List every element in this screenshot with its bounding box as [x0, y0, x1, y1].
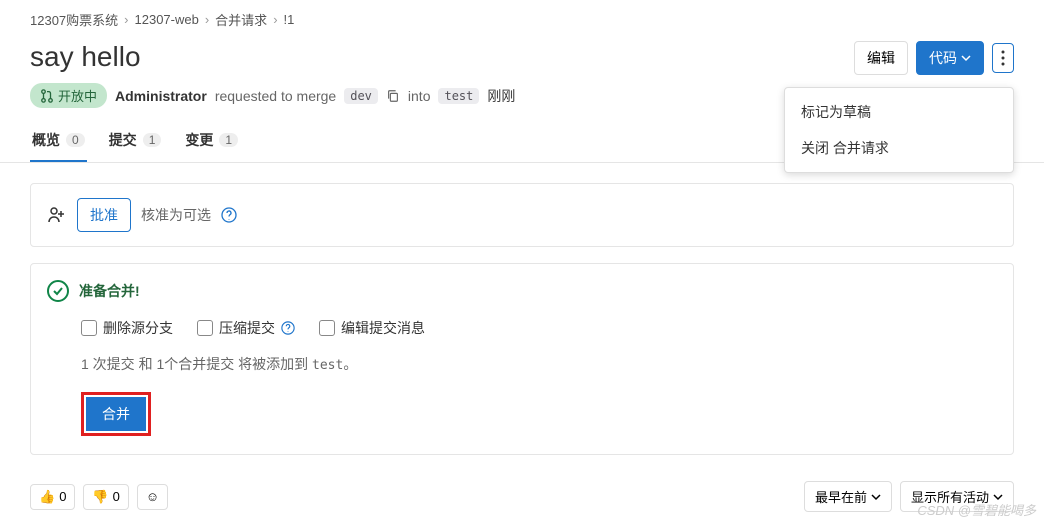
chevron-down-icon: [871, 492, 881, 502]
sort-label: 最早在前: [815, 487, 867, 506]
code-button-label: 代码: [929, 48, 957, 68]
breadcrumb-item[interactable]: !1: [284, 12, 295, 27]
checkbox-label: 压缩提交: [219, 318, 275, 338]
target-branch[interactable]: test: [438, 88, 479, 104]
help-icon[interactable]: [221, 207, 237, 223]
breadcrumb-sep: ›: [205, 12, 209, 27]
tab-count: 1: [219, 133, 238, 147]
approver-icon: [47, 205, 67, 225]
more-actions-dropdown: 标记为草稿 关闭 合并请求: [784, 87, 1014, 173]
breadcrumb-item[interactable]: 12307-web: [135, 12, 199, 27]
status-badge-label: 开放中: [58, 86, 97, 105]
thumbs-down-button[interactable]: 👎 0: [83, 484, 128, 510]
sort-button[interactable]: 最早在前: [804, 481, 892, 512]
merge-panel: 准备合并! 删除源分支 压缩提交 编辑提交消息: [30, 263, 1014, 455]
thumbs-down-count: 0: [113, 489, 120, 504]
copy-branch-icon[interactable]: [386, 89, 400, 103]
thumbs-up-icon: 👍: [39, 489, 55, 505]
merge-button[interactable]: 合并: [86, 397, 146, 431]
kebab-icon: [1001, 50, 1005, 66]
merge-button-highlight: 合并: [81, 392, 151, 436]
close-mr-item[interactable]: 关闭 合并请求: [785, 130, 1013, 166]
tab-count: 1: [143, 133, 162, 147]
smiley-icon: ☺: [146, 489, 159, 504]
tab-label: 提交: [109, 130, 137, 150]
checkbox-label: 删除源分支: [103, 318, 173, 338]
thumbs-up-count: 0: [59, 489, 66, 504]
chevron-down-icon: [993, 492, 1003, 502]
breadcrumb-item[interactable]: 合并请求: [215, 10, 267, 29]
breadcrumb-item[interactable]: 12307购票系统: [30, 10, 118, 29]
source-branch[interactable]: dev: [344, 88, 378, 104]
tab-changes[interactable]: 变更 1: [183, 120, 240, 162]
delete-source-checkbox[interactable]: 删除源分支: [81, 318, 173, 338]
help-icon[interactable]: [281, 321, 295, 335]
thumbs-up-button[interactable]: 👍 0: [30, 484, 75, 510]
tab-overview[interactable]: 概览 0: [30, 120, 87, 162]
breadcrumb: 12307购票系统 › 12307-web › 合并请求 › !1: [0, 0, 1044, 33]
squash-checkbox[interactable]: 压缩提交: [197, 318, 295, 338]
checkbox-icon: [319, 320, 335, 336]
activity-filter-button[interactable]: 显示所有活动: [900, 481, 1014, 512]
ready-text: 准备合并!: [79, 281, 140, 301]
filter-label: 显示所有活动: [911, 487, 989, 506]
breadcrumb-sep: ›: [273, 12, 277, 27]
approval-optional-text: 核准为可选: [141, 205, 211, 225]
author-name[interactable]: Administrator: [115, 88, 207, 104]
merge-description: 1 次提交 和 1个合并提交 将被添加到 test。: [81, 354, 997, 374]
checkbox-label: 编辑提交消息: [341, 318, 425, 338]
into-text: into: [408, 88, 431, 104]
tab-label: 概览: [32, 130, 60, 150]
ready-check-icon: [47, 280, 69, 302]
header-actions: 编辑 代码: [854, 41, 1014, 75]
reactions: 👍 0 👎 0 ☺: [30, 484, 168, 510]
merge-request-icon: [40, 89, 54, 103]
more-actions-button[interactable]: [992, 43, 1014, 73]
status-text: requested to merge: [215, 88, 336, 104]
tab-label: 变更: [185, 130, 213, 150]
tab-commits[interactable]: 提交 1: [107, 120, 164, 162]
thumbs-down-icon: 👎: [92, 489, 108, 505]
chevron-down-icon: [961, 53, 971, 63]
tab-count: 0: [66, 133, 85, 147]
edit-button[interactable]: 编辑: [854, 41, 908, 75]
page-title: say hello: [30, 41, 141, 73]
edit-commit-msg-checkbox[interactable]: 编辑提交消息: [319, 318, 425, 338]
code-button[interactable]: 代码: [916, 41, 984, 75]
approval-panel: 批准 核准为可选: [30, 183, 1014, 247]
approve-button[interactable]: 批准: [77, 198, 131, 232]
checkbox-icon: [81, 320, 97, 336]
time-text: 刚刚: [487, 86, 515, 106]
mark-draft-item[interactable]: 标记为草稿: [785, 94, 1013, 130]
status-badge: 开放中: [30, 83, 107, 108]
add-reaction-button[interactable]: ☺: [137, 484, 168, 510]
checkbox-icon: [197, 320, 213, 336]
breadcrumb-sep: ›: [124, 12, 128, 27]
